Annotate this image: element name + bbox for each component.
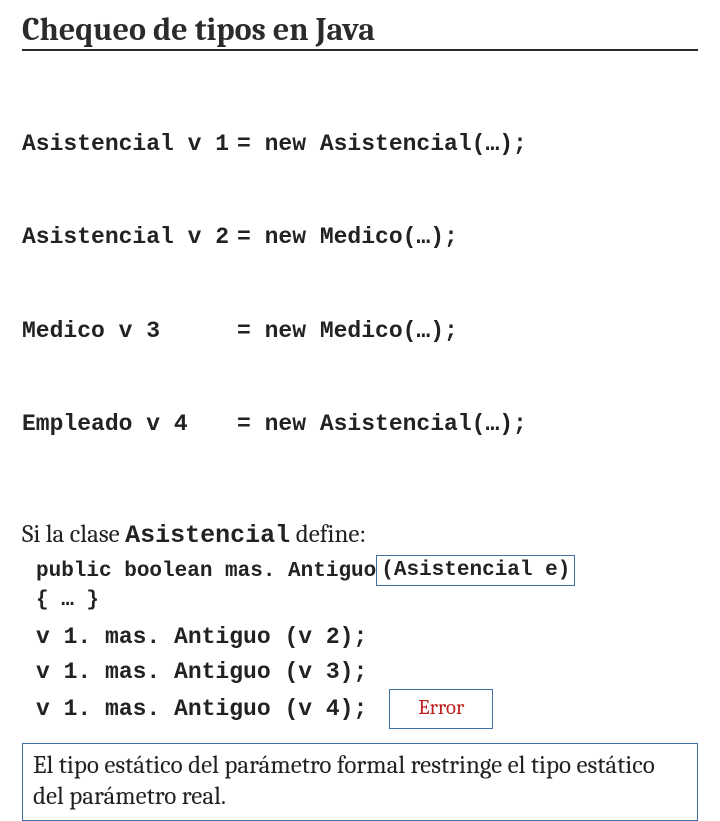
conclusion-box: El tipo estático del parámetro formal re… [22, 743, 698, 821]
call-row: v 1. mas. Antiguo (v 2); [36, 620, 698, 655]
error-label: Error [389, 689, 493, 729]
call-row: v 1. mas. Antiguo (v 3); [36, 655, 698, 690]
decl-lhs: Medico v 3 [22, 316, 237, 347]
calls-block: v 1. mas. Antiguo (v 2); v 1. mas. Antig… [36, 620, 698, 729]
call-text: v 1. mas. Antiguo (v 2); [36, 624, 367, 650]
decl-rhs: = new Medico(…); [237, 316, 458, 347]
decl-rhs: = new Asistencial(…); [237, 409, 527, 440]
method-body: { … } [36, 587, 698, 614]
defline-suffix: define: [290, 520, 366, 549]
decl-row: Medico v 3= new Medico(…); [22, 316, 698, 347]
method-block: public boolean mas. Antiguo(Asistencial … [36, 556, 698, 729]
decl-row: Empleado v 4= new Asistencial(…); [22, 409, 698, 440]
slide: Chequeo de tipos en Java Asistencial v 1… [0, 0, 720, 540]
call-text: v 1. mas. Antiguo (v 4); [36, 696, 367, 722]
decl-lhs: Asistencial v 1 [22, 129, 237, 160]
call-row: v 1. mas. Antiguo (v 4); Error [36, 689, 698, 729]
declarations-block: Asistencial v 1= new Asistencial(…); Asi… [22, 67, 698, 502]
decl-lhs: Asistencial v 2 [22, 222, 237, 253]
method-sig-left: public boolean mas. Antiguo [36, 560, 376, 583]
defline-prefix: Si la clase [22, 520, 125, 549]
class-defines-line: Si la clase Asistencial define: [22, 520, 698, 550]
decl-lhs: Empleado v 4 [22, 409, 237, 440]
defline-classname: Asistencial [125, 521, 290, 550]
decl-rhs: = new Medico(…); [237, 222, 458, 253]
decl-rhs: = new Asistencial(…); [237, 129, 527, 160]
method-signature: public boolean mas. Antiguo(Asistencial … [36, 556, 698, 615]
decl-row: Asistencial v 1= new Asistencial(…); [22, 129, 698, 160]
call-text: v 1. mas. Antiguo (v 3); [36, 659, 367, 685]
conclusion-text: El tipo estático del parámetro formal re… [33, 751, 655, 811]
method-param-box: (Asistencial e) [376, 555, 575, 586]
decl-row: Asistencial v 2= new Medico(…); [22, 222, 698, 253]
slide-title: Chequeo de tipos en Java [22, 12, 698, 51]
